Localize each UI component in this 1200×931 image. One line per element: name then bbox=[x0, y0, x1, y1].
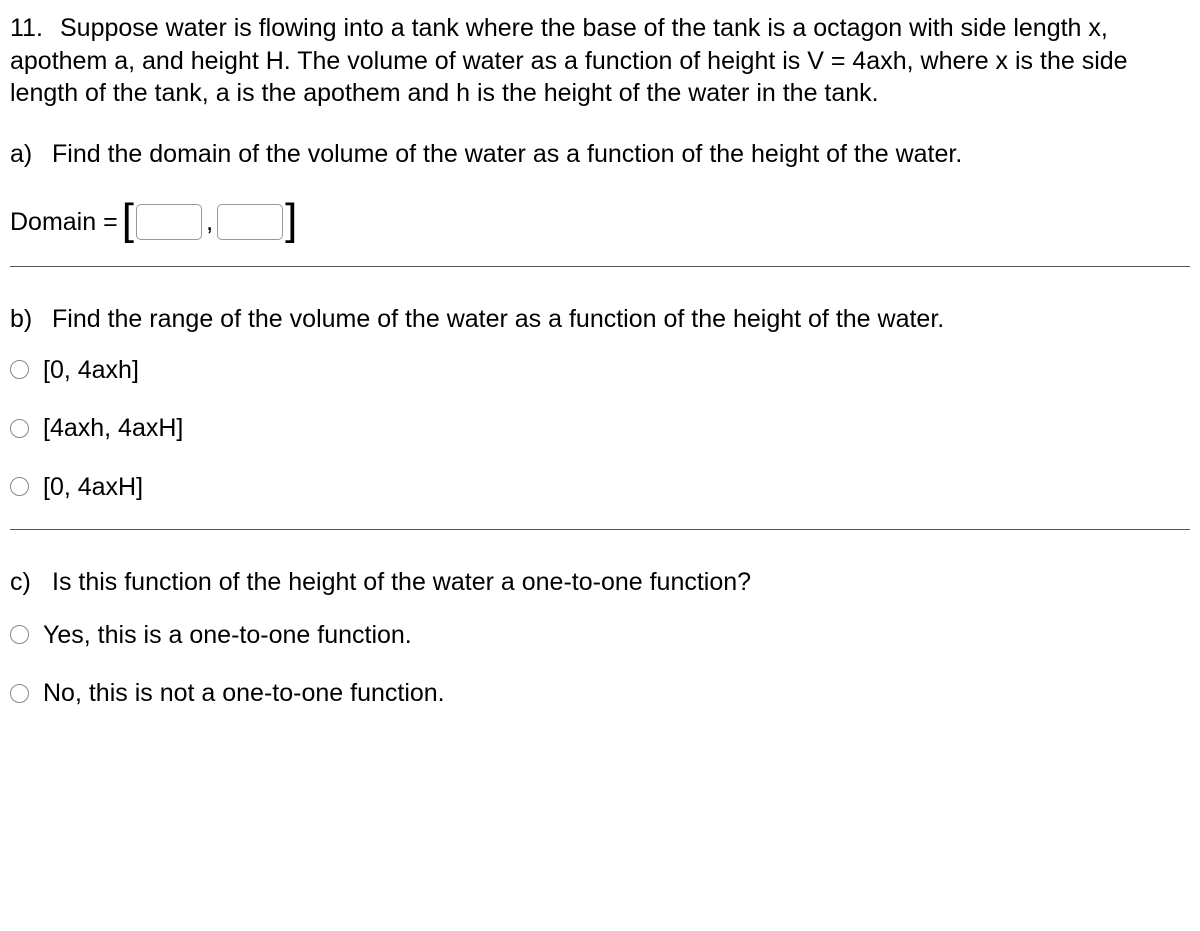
part-c-text: Is this function of the height of the wa… bbox=[52, 568, 751, 596]
domain-label: Domain = bbox=[10, 206, 118, 239]
domain-lower-input[interactable] bbox=[136, 204, 202, 240]
part-b-option-1[interactable]: [0, 4axh] bbox=[10, 354, 1190, 387]
part-b-text: Find the range of the volume of the wate… bbox=[52, 305, 944, 333]
domain-upper-input[interactable] bbox=[217, 204, 283, 240]
divider-1 bbox=[10, 266, 1190, 267]
part-c-label: c) bbox=[10, 566, 52, 599]
radio-icon bbox=[10, 360, 29, 379]
radio-icon bbox=[10, 625, 29, 644]
part-a-label: a) bbox=[10, 138, 52, 171]
radio-icon bbox=[10, 684, 29, 703]
domain-input-row: Domain = [ , ] bbox=[10, 200, 1190, 244]
part-c-option-2-label: No, this is not a one-to-one function. bbox=[43, 677, 445, 710]
domain-comma: , bbox=[206, 205, 213, 239]
left-bracket: [ bbox=[122, 198, 134, 242]
part-b-label: b) bbox=[10, 303, 52, 336]
divider-2 bbox=[10, 529, 1190, 530]
part-c-option-1[interactable]: Yes, this is a one-to-one function. bbox=[10, 619, 1190, 652]
question-number: 11. bbox=[10, 12, 60, 45]
part-c: c)Is this function of the height of the … bbox=[10, 566, 1190, 599]
right-bracket: ] bbox=[285, 198, 297, 242]
part-c-option-1-label: Yes, this is a one-to-one function. bbox=[43, 619, 412, 652]
part-b-option-2-label: [4axh, 4axH] bbox=[43, 412, 183, 445]
part-b-option-3-label: [0, 4axH] bbox=[43, 471, 143, 504]
part-b-option-3[interactable]: [0, 4axH] bbox=[10, 471, 1190, 504]
radio-icon bbox=[10, 419, 29, 438]
part-b: b)Find the range of the volume of the wa… bbox=[10, 303, 1190, 336]
part-b-options: [0, 4axh] [4axh, 4axH] [0, 4axH] bbox=[10, 354, 1190, 504]
radio-icon bbox=[10, 477, 29, 496]
part-a-text: Find the domain of the volume of the wat… bbox=[52, 140, 962, 168]
part-c-options: Yes, this is a one-to-one function. No, … bbox=[10, 619, 1190, 710]
part-b-option-2[interactable]: [4axh, 4axH] bbox=[10, 412, 1190, 445]
part-c-option-2[interactable]: No, this is not a one-to-one function. bbox=[10, 677, 1190, 710]
part-a: a)Find the domain of the volume of the w… bbox=[10, 138, 1190, 171]
question-header: 11.Suppose water is flowing into a tank … bbox=[10, 12, 1190, 110]
question-text: Suppose water is flowing into a tank whe… bbox=[10, 14, 1128, 107]
part-b-option-1-label: [0, 4axh] bbox=[43, 354, 139, 387]
